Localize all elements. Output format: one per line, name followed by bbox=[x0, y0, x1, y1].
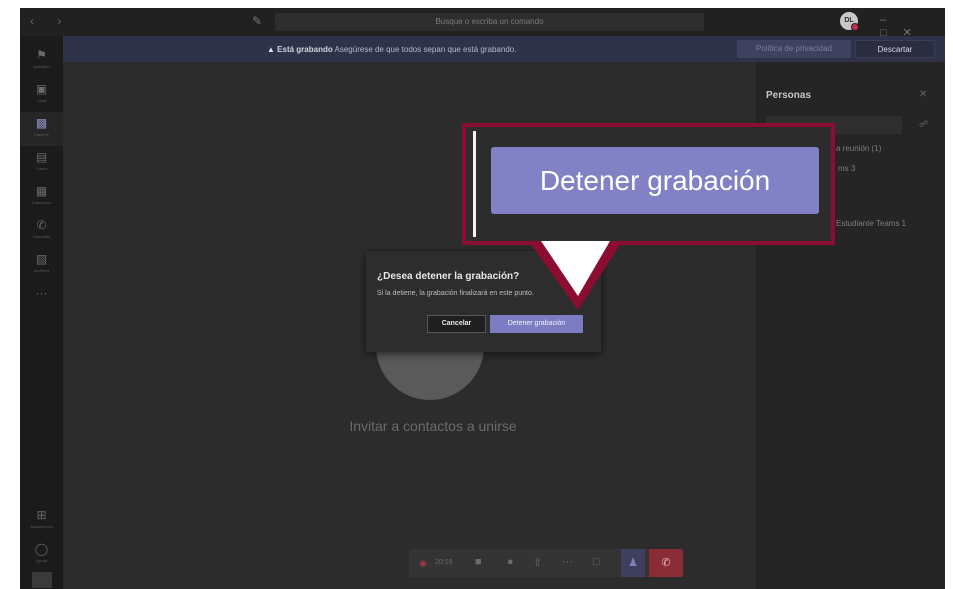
download-icon[interactable] bbox=[32, 572, 52, 588]
recording-notice-text: Asegúrese de que todos sepan que está gr… bbox=[334, 45, 517, 54]
privacy-policy-button[interactable]: Política de privacidad bbox=[737, 40, 851, 58]
microphone-icon[interactable]: ● bbox=[507, 556, 514, 568]
close-icon[interactable]: ✕ bbox=[919, 89, 927, 100]
rail-item-calls[interactable]: ✆ Llamadas bbox=[20, 214, 63, 248]
rail-item-activity[interactable]: ⚑ Actividad bbox=[20, 44, 63, 78]
warning-icon: ▲ bbox=[267, 45, 275, 54]
participant-name[interactable]: Estudiante Teams 1 bbox=[836, 219, 906, 228]
avatar[interactable]: DL bbox=[840, 12, 859, 31]
rail-item-files[interactable]: ▧ Archivos bbox=[20, 248, 63, 282]
recording-dot-icon: ◉ bbox=[419, 558, 427, 568]
compose-icon[interactable]: ✎ bbox=[252, 14, 266, 28]
cancel-button[interactable]: Cancelar bbox=[427, 315, 486, 333]
rail-item-chat[interactable]: ▣ Chat bbox=[20, 78, 63, 112]
invite-contacts-text: Invitar a contactos a unirse bbox=[349, 418, 517, 434]
help-icon: ◯ bbox=[34, 542, 49, 556]
apps-icon: ⊞ bbox=[36, 508, 47, 522]
team-group-label[interactable]: ms 3 bbox=[838, 164, 855, 173]
stop-recording-button-zoomed[interactable]: Detener grabación bbox=[491, 147, 819, 214]
status-dot-icon bbox=[851, 23, 859, 31]
zoom-callout-box: Detener grabación bbox=[462, 123, 835, 245]
dialog-text: Si la detiene, la grabación finalizará e… bbox=[377, 290, 534, 297]
stop-recording-dialog: ¿Desea detener la grabación? Si la detie… bbox=[366, 251, 601, 352]
rail-more-button[interactable]: ··· bbox=[20, 282, 63, 316]
recording-notice-bold: Está grabando bbox=[277, 45, 333, 54]
search-input[interactable]: Busque o escriba un comando bbox=[275, 13, 704, 31]
share-screen-icon[interactable]: ⇧ bbox=[533, 556, 542, 569]
call-controls: ◉ 20:19 ■ ● ⇧ ··· □ ♟ ✆ bbox=[409, 549, 683, 577]
stop-recording-button[interactable]: Detener grabación bbox=[490, 315, 583, 333]
teams-icon: ▩ bbox=[35, 116, 48, 130]
rail-item-teams[interactable]: ▩ Equipos bbox=[20, 112, 63, 146]
participants-icon[interactable]: ♟ bbox=[621, 549, 645, 577]
call-timer: 20:19 bbox=[435, 559, 453, 566]
back-forward-arrows-icon[interactable]: ‹ › bbox=[30, 14, 71, 28]
rail-item-apps[interactable]: ⊞ Aplicaciones bbox=[20, 504, 63, 538]
bell-icon: ⚑ bbox=[36, 48, 47, 62]
phone-icon: ✆ bbox=[36, 218, 47, 232]
rail-item-calendar[interactable]: ▦ Calendario bbox=[20, 180, 63, 214]
chat-toggle-icon[interactable]: □ bbox=[593, 556, 600, 568]
assignments-icon: ▤ bbox=[35, 150, 48, 164]
text-cursor bbox=[473, 131, 476, 237]
app-rail: ⚑ Actividad ▣ Chat ▩ Equipos ▤ Tareas ▦ … bbox=[20, 36, 63, 589]
more-actions-icon[interactable]: ··· bbox=[562, 556, 573, 568]
rail-item-help[interactable]: ◯ Ayuda bbox=[20, 538, 63, 572]
recording-notice: ▲ Está grabando Asegúrese de que todos s… bbox=[267, 45, 516, 54]
files-icon: ▧ bbox=[35, 252, 48, 266]
panel-title: Personas bbox=[766, 90, 812, 101]
hang-up-icon[interactable]: ✆ bbox=[649, 549, 683, 577]
dismiss-button[interactable]: Descartar bbox=[855, 40, 935, 58]
rail-item-assignments[interactable]: ▤ Tareas bbox=[20, 146, 63, 180]
chat-icon: ▣ bbox=[35, 82, 48, 96]
in-meeting-group-label[interactable]: a reunión (1) bbox=[836, 144, 881, 153]
dialog-title: ¿Desea detener la grabación? bbox=[377, 271, 520, 282]
camera-off-icon[interactable]: ■ bbox=[475, 556, 482, 568]
calendar-icon: ▦ bbox=[35, 184, 48, 198]
recording-banner: ▲ Está grabando Asegúrese de que todos s… bbox=[63, 36, 945, 62]
share-link-icon[interactable]: ☍ bbox=[919, 119, 928, 130]
more-icon: ··· bbox=[35, 286, 48, 300]
title-bar: ‹ › ✎ Busque o escriba un comando DL –□✕ bbox=[20, 8, 945, 39]
